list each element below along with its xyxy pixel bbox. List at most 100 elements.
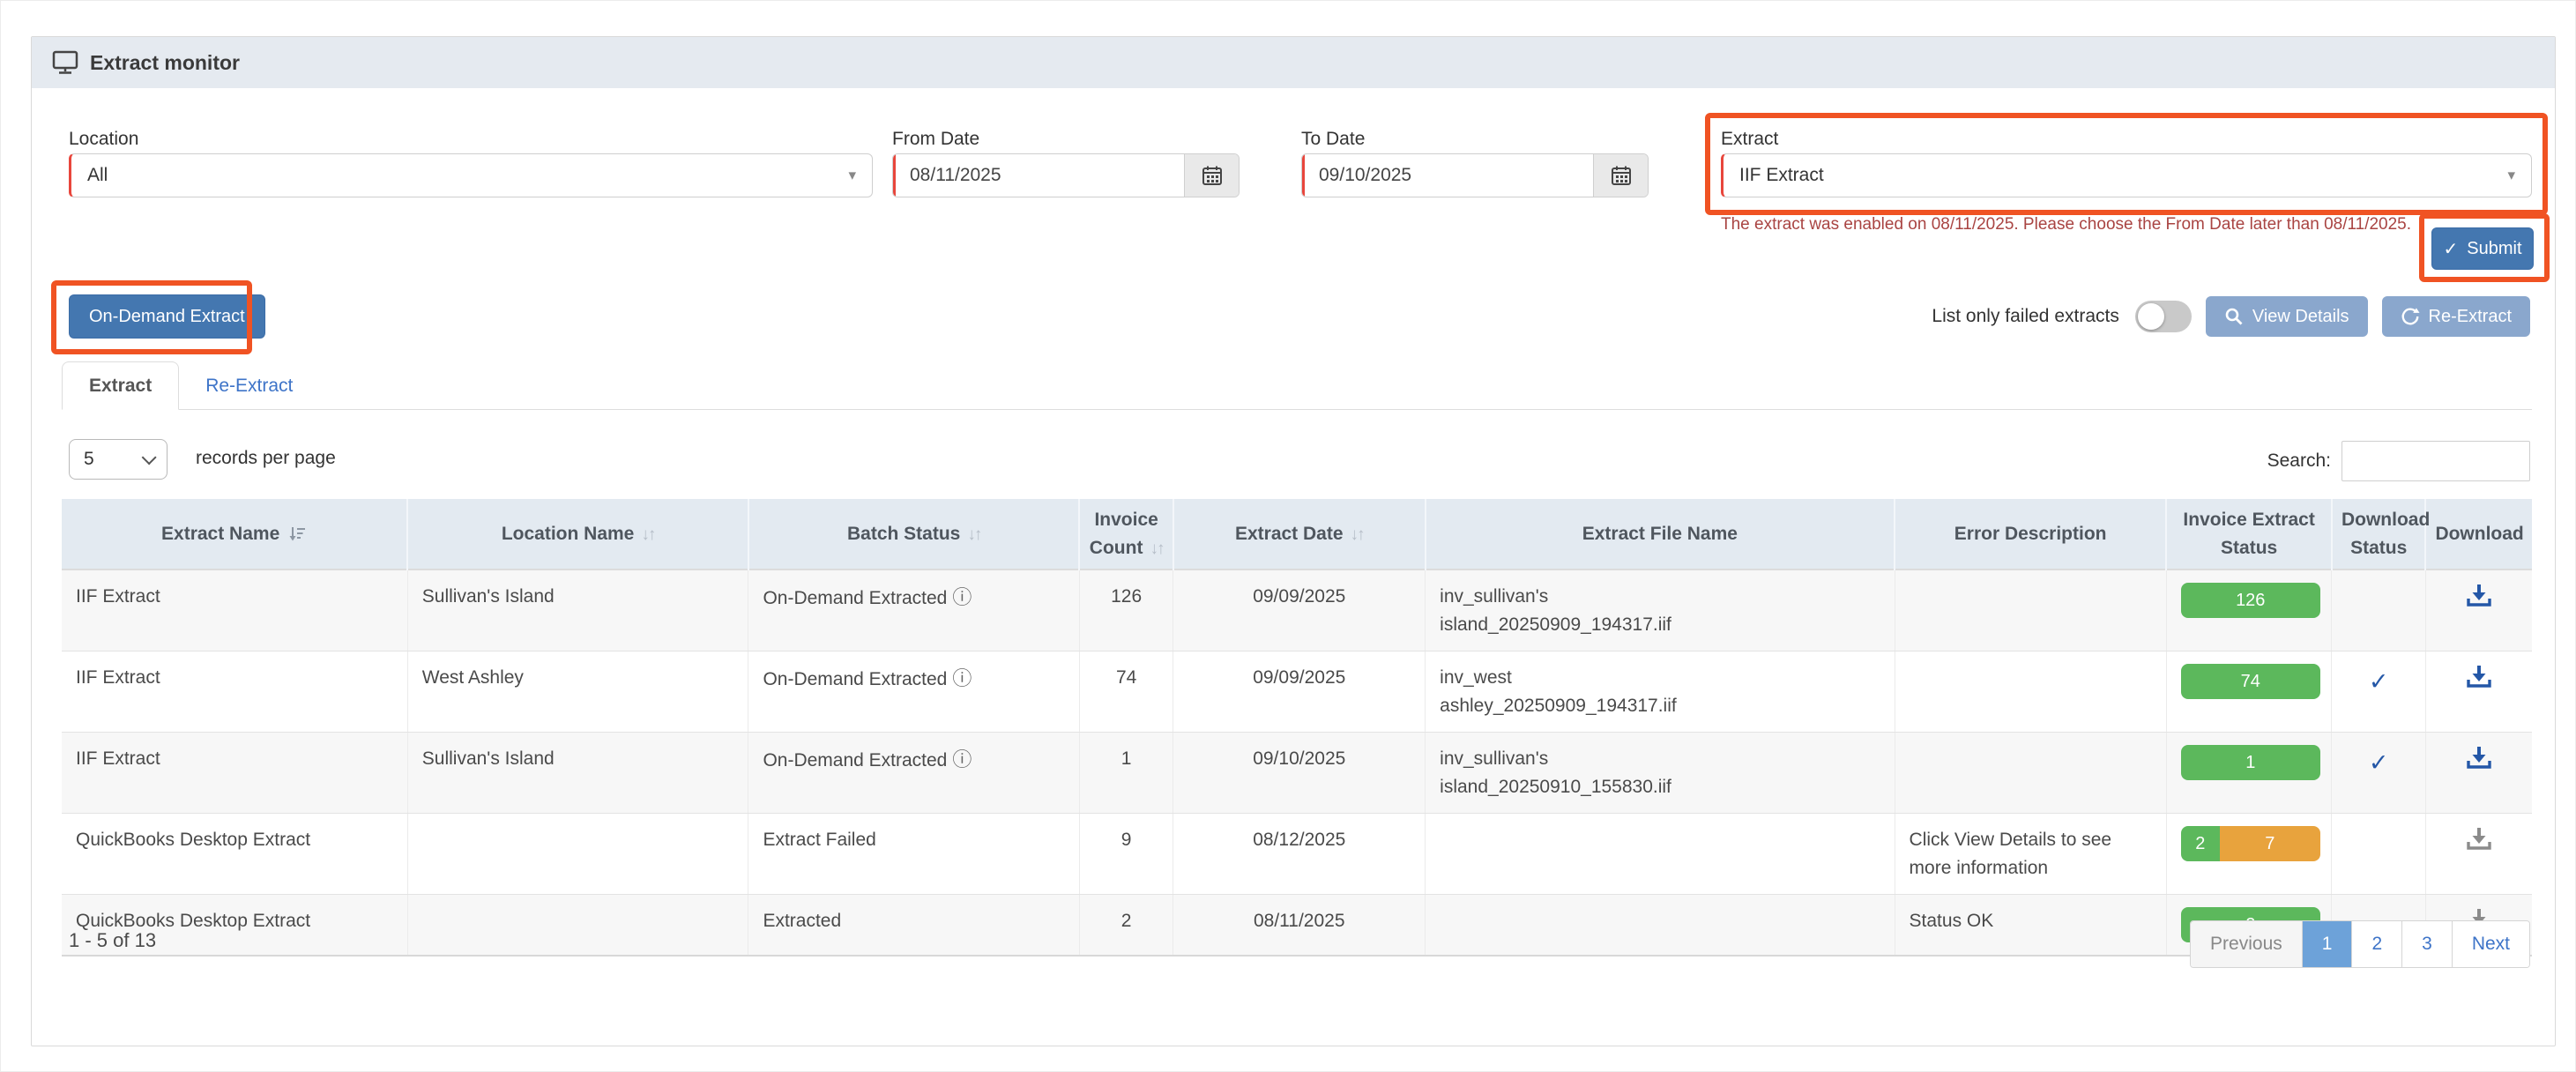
on-demand-extract-button[interactable]: On-Demand Extract [69,294,265,339]
tab-re-extract[interactable]: Re-Extract [179,361,319,410]
badge-segment-orange: 7 [2220,826,2320,861]
invoice-status-badge[interactable]: 1 [2181,745,2320,780]
cell-download-status: ✓ [2332,651,2425,733]
cell-extract-name: IIF Extract [62,570,407,651]
re-extract-button[interactable]: Re-Extract [2382,296,2530,337]
col-header-invoice-count[interactable]: Invoice Count↓↑ [1079,499,1173,570]
cell-download [2425,814,2532,895]
monitor-icon [51,49,79,76]
cell-invoice-count: 126 [1079,570,1173,651]
download-button[interactable] [2465,745,2493,771]
calendar-icon [1610,164,1633,187]
tab-extract[interactable]: Extract [62,361,179,410]
to-date-calendar-button[interactable] [1593,154,1648,197]
from-date-calendar-button[interactable] [1184,154,1239,197]
cell-invoice-count: 9 [1079,814,1173,895]
page-size-select[interactable]: 5 [69,439,168,480]
extract-file-name: inv_sullivan's island_20250910_155830.ii… [1440,745,1744,800]
cell-invoice-count: 2 [1079,895,1173,957]
extract-label: Extract [1721,129,1778,150]
col-header-location-name[interactable]: Location Name↓↑ [407,499,748,570]
invoice-status-badge[interactable]: 27 [2181,826,2320,861]
view-details-button[interactable]: View Details [2206,296,2368,337]
batch-status-text: On-Demand Extracted [763,669,947,689]
col-header-label: Download [2435,524,2523,544]
download-button[interactable] [2465,583,2493,609]
tab-bar: ExtractRe-Extract [62,361,2532,410]
col-header-download: Download [2425,499,2532,570]
location-label: Location [69,129,138,150]
info-icon[interactable]: ⓘ [952,748,972,770]
col-header-extract-name[interactable]: Extract Name [62,499,407,570]
sort-icon: ↓↑ [1150,540,1163,558]
info-icon[interactable]: ⓘ [952,667,972,689]
cell-extract-name: IIF Extract [62,651,407,733]
batch-status-text: Extract Failed [763,830,875,850]
col-header-invoice-extract-status: Invoice Extract Status [2166,499,2332,570]
cell-invoice-count: 74 [1079,651,1173,733]
download-icon [2465,664,2493,690]
downloaded-check-icon: ✓ [2369,668,2389,695]
badge-segment-green: 2 [2181,826,2220,861]
search-icon [2224,307,2244,326]
cell-download [2425,651,2532,733]
from-date-input[interactable]: 08/11/2025 [893,154,1184,197]
failed-extracts-toggle[interactable] [2135,301,2192,332]
cell-extract-date: 09/09/2025 [1173,651,1426,733]
col-header-label: Error Description [1954,524,2107,544]
download-button[interactable] [2465,664,2493,690]
col-header-label: Extract File Name [1582,524,1738,544]
batch-status-text: On-Demand Extracted [763,750,947,770]
invoice-status-badge[interactable]: 126 [2181,583,2320,618]
cell-extract-date: 09/09/2025 [1173,570,1426,651]
table-row: QuickBooks Desktop ExtractExtracted208/1… [62,895,2532,957]
chevron-down-icon: ▾ [848,167,856,184]
cell-download [2425,733,2532,814]
submit-button[interactable]: ✓ Submit [2431,227,2534,270]
cell-location-name [407,895,748,957]
extract-select[interactable]: IIF Extract ▾ [1721,153,2532,197]
search-label: Search: [2267,450,2331,472]
page-button-next[interactable]: Next [2453,921,2529,967]
cell-file-name: inv_sullivan's island_20250909_194317.ii… [1426,570,1895,651]
col-header-label: Extract Name [161,524,279,544]
panel-header: Extract monitor [32,37,2555,88]
table-row: QuickBooks Desktop ExtractExtract Failed… [62,814,2532,895]
location-select[interactable]: All ▾ [69,153,873,197]
pagination-summary: 1 - 5 of 13 [69,929,156,952]
page-button-1[interactable]: 1 [2303,921,2353,967]
to-date-input[interactable]: 09/10/2025 [1302,154,1593,197]
page-button-3[interactable]: 3 [2402,921,2453,967]
page-button-2[interactable]: 2 [2352,921,2402,967]
info-icon[interactable]: ⓘ [952,586,972,608]
col-header-batch-status[interactable]: Batch Status↓↑ [748,499,1079,570]
to-date-label: To Date [1301,129,1365,150]
calendar-icon [1201,164,1224,187]
search-input[interactable] [2341,441,2530,481]
cell-extract-date: 08/12/2025 [1173,814,1426,895]
download-button[interactable] [2465,826,2493,852]
col-header-extract-file-name: Extract File Name [1426,499,1895,570]
search-area: Search: [2267,441,2530,481]
cell-batch-status: On-Demand Extractedⓘ [748,733,1079,814]
cell-file-name: inv_west ashley_20250909_194317.iif [1426,651,1895,733]
cell-extract-date: 09/10/2025 [1173,733,1426,814]
col-header-extract-date[interactable]: Extract Date↓↑ [1173,499,1426,570]
cell-batch-status: Extract Failed [748,814,1079,895]
sort-icon: ↓↑ [967,525,980,544]
table-header-row: Extract Name Location Name↓↑Batch Status↓… [62,499,2532,570]
batch-status-text: Extracted [763,911,841,931]
cell-location-name: West Ashley [407,651,748,733]
cell-invoice-extract-status: 74 [2166,651,2332,733]
sort-icon: ↓↑ [641,525,654,544]
extract-select-value: IIF Extract [1739,165,1824,186]
pagination-controls: Previous123Next [2190,920,2530,968]
sort-desc-icon [288,524,307,544]
cell-extract-name: IIF Extract [62,733,407,814]
download-icon [2465,745,2493,771]
from-date-label: From Date [892,129,979,150]
extract-monitor-panel: Extract monitor Location All ▾ From Date… [31,36,2556,1046]
badge-segment-green: 1 [2181,745,2320,780]
cell-invoice-extract-status: 126 [2166,570,2332,651]
invoice-status-badge[interactable]: 74 [2181,664,2320,699]
